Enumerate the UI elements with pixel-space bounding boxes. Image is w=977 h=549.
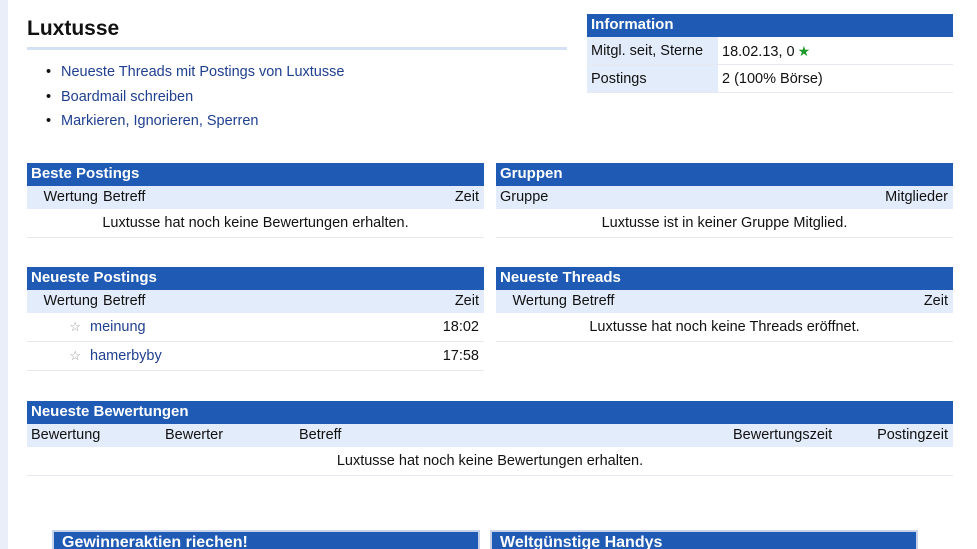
postings-value: 2 (100% Börse) (722, 71, 823, 87)
ad-banner-right[interactable]: Weltgünstige Handys (490, 530, 918, 549)
newest-threads-header: Neueste Threads (496, 267, 953, 290)
link-newest-threads[interactable]: Neueste Threads mit Postings von Luxtuss… (46, 60, 344, 85)
groups-header: Gruppen (496, 163, 953, 186)
newest-postings-columns: Wertung Betreff Zeit (27, 290, 484, 313)
info-header: Information (587, 14, 953, 37)
posting-subject-link[interactable]: hamerbyby (90, 342, 424, 370)
star-outline-icon[interactable]: ☆ (27, 342, 90, 370)
col-postingzeit[interactable]: Postingzeit (863, 424, 953, 447)
info-value: 18.02.13, 0 ★ (718, 37, 810, 64)
info-box: Information Mitgl. seit, Sterne 18.02.13… (587, 14, 953, 93)
col-betreff[interactable]: Betreff (299, 424, 733, 447)
col-wertung[interactable]: Wertung (496, 290, 567, 313)
empty-message: Luxtusse hat noch keine Threads eröffnet… (496, 313, 953, 342)
best-postings-columns: Wertung Betreff Zeit (27, 186, 484, 209)
posting-subject-link[interactable]: meinung (90, 313, 424, 341)
col-zeit[interactable]: Zeit (424, 290, 484, 313)
newest-postings-header: Neueste Postings (27, 267, 484, 290)
col-wertung[interactable]: Wertung (27, 186, 98, 209)
best-postings-header: Beste Postings (27, 163, 484, 186)
link-boardmail[interactable]: Boardmail schreiben (46, 85, 344, 110)
col-wertung[interactable]: Wertung (27, 290, 98, 313)
col-betreff[interactable]: Betreff (98, 186, 424, 209)
newest-ratings-header: Neueste Bewertungen (27, 401, 953, 424)
ad-banner-left[interactable]: Gewinneraktien riechen! (52, 530, 480, 549)
star-icon: ★ (797, 43, 811, 59)
info-label: Mitgl. seit, Sterne (587, 37, 718, 64)
info-label: Postings (587, 65, 718, 92)
groups-columns: Gruppe Mitglieder (496, 186, 953, 209)
newest-postings-box: Neueste Postings Wertung Betreff Zeit ☆ … (27, 267, 484, 371)
profile-links: Neueste Threads mit Postings von Luxtuss… (46, 60, 344, 134)
col-mitglieder[interactable]: Mitglieder (853, 186, 953, 209)
col-bewerter[interactable]: Bewerter (165, 424, 299, 447)
col-betreff[interactable]: Betreff (567, 290, 893, 313)
posting-time: 18:02 (442, 319, 479, 335)
newest-ratings-columns: Bewertung Bewerter Betreff Bewertungszei… (27, 424, 953, 447)
table-row: ☆ meinung 18:02 (27, 313, 484, 342)
page-title: Luxtusse (27, 17, 567, 50)
info-row-postings: Postings 2 (100% Börse) (587, 65, 953, 93)
star-outline-icon[interactable]: ☆ (27, 313, 90, 341)
empty-message: Luxtusse hat noch keine Bewertungen erha… (27, 447, 953, 476)
posting-time: 17:58 (442, 348, 479, 364)
col-gruppe[interactable]: Gruppe (496, 186, 853, 209)
empty-message: Luxtusse hat noch keine Bewertungen erha… (27, 209, 484, 238)
col-bewertung[interactable]: Bewertung (27, 424, 165, 447)
newest-threads-columns: Wertung Betreff Zeit (496, 290, 953, 313)
newest-ratings-box: Neueste Bewertungen Bewertung Bewerter B… (27, 401, 953, 476)
member-since-value: 18.02.13, 0 (722, 44, 795, 60)
col-zeit[interactable]: Zeit (424, 186, 484, 209)
col-betreff[interactable]: Betreff (98, 290, 424, 313)
groups-box: Gruppen Gruppe Mitglieder Luxtusse ist i… (496, 163, 953, 238)
col-zeit[interactable]: Zeit (893, 290, 953, 313)
best-postings-box: Beste Postings Wertung Betreff Zeit Luxt… (27, 163, 484, 238)
newest-threads-box: Neueste Threads Wertung Betreff Zeit Lux… (496, 267, 953, 342)
table-row: ☆ hamerbyby 17:58 (27, 342, 484, 371)
info-row-member-since: Mitgl. seit, Sterne 18.02.13, 0 ★ (587, 37, 953, 65)
empty-message: Luxtusse ist in keiner Gruppe Mitglied. (496, 209, 953, 238)
col-bewertungszeit[interactable]: Bewertungszeit (733, 424, 863, 447)
link-mark-ignore-block[interactable]: Markieren, Ignorieren, Sperren (46, 109, 344, 134)
